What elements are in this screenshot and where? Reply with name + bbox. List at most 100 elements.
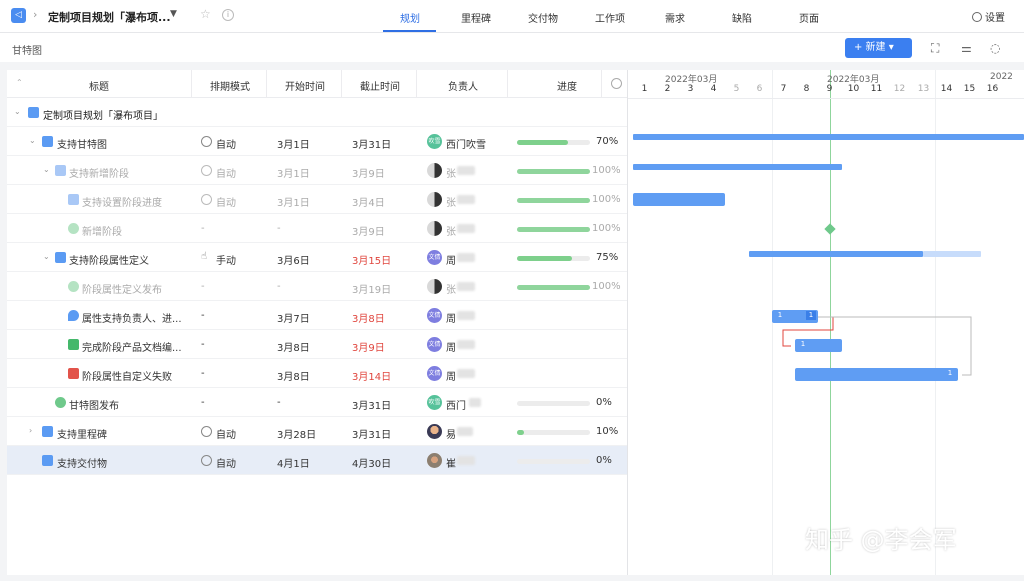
column-divider[interactable]: [191, 70, 192, 98]
row-owner[interactable]: 张: [446, 165, 456, 180]
row-title[interactable]: 阶段属性自定义失败: [82, 368, 172, 383]
row-title[interactable]: 支持阶段属性定义: [69, 252, 149, 267]
row-end[interactable]: 3月14日: [352, 368, 391, 383]
row-owner[interactable]: 张: [446, 223, 456, 238]
row-title[interactable]: 支持设置阶段进度: [82, 194, 162, 209]
project-switch-chevron-down-icon[interactable]: ▼: [170, 9, 177, 19]
row-end[interactable]: 3月9日: [352, 223, 385, 238]
row-owner[interactable]: 西门: [446, 397, 466, 412]
chevron-right-icon[interactable]: ›: [29, 426, 32, 435]
row-owner[interactable]: 张: [446, 281, 456, 296]
tab-deliverables[interactable]: 交付物: [528, 10, 558, 25]
row-start[interactable]: 3月8日: [277, 339, 310, 354]
tab-planning[interactable]: 规划: [400, 10, 420, 25]
project-title[interactable]: 定制项目规划「瀑布项...: [48, 9, 171, 25]
app-logo-icon[interactable]: ◁: [11, 8, 26, 23]
row-title[interactable]: 属性支持负责人、进...: [82, 310, 182, 325]
row-mode[interactable]: 手动: [216, 252, 236, 267]
table-row[interactable]: 阶段属性定义发布 - - 3月19日 张 100%: [7, 272, 627, 301]
row-end[interactable]: 3月9日: [352, 165, 385, 180]
table-row[interactable]: 完成阶段产品文档编... - 3月8日 3月9日 文倩 周: [7, 330, 627, 359]
tab-defects[interactable]: 缺陷: [732, 10, 752, 25]
table-row[interactable]: ⌄ 支持甘特图 自动 3月1日 3月31日 吹雪 西门吹雪 70%: [7, 127, 627, 156]
collapse-all-icon[interactable]: ⌃: [16, 78, 23, 87]
row-end[interactable]: 3月15日: [352, 252, 391, 267]
row-start[interactable]: 3月8日: [277, 368, 310, 383]
row-title[interactable]: 完成阶段产品文档编...: [82, 339, 182, 354]
row-title[interactable]: 支持交付物: [57, 455, 107, 470]
new-button[interactable]: + 新建 ▾: [845, 38, 912, 58]
row-owner[interactable]: 崔: [446, 455, 456, 470]
chevron-down-icon[interactable]: ⌄: [43, 165, 50, 174]
row-end[interactable]: 3月9日: [352, 339, 385, 354]
table-row[interactable]: 支持设置阶段进度 自动 3月1日 3月4日 张 100%: [7, 185, 627, 214]
column-settings-icon[interactable]: [611, 78, 622, 89]
chevron-down-icon[interactable]: ⌄: [29, 136, 36, 145]
row-end[interactable]: 3月31日: [352, 136, 391, 151]
lightbulb-icon[interactable]: ◌: [990, 41, 1000, 55]
table-row[interactable]: ⌄ 支持阶段属性定义 ☝ 手动 3月6日 3月15日 文倩 周 75%: [7, 243, 627, 272]
row-mode[interactable]: -: [201, 368, 205, 379]
table-row[interactable]: ⌄ 定制项目规划「瀑布项目」: [7, 98, 627, 127]
column-header-owner[interactable]: 负责人: [448, 78, 478, 93]
row-mode[interactable]: -: [201, 397, 205, 408]
table-row[interactable]: ⌄ 支持新增阶段 自动 3月1日 3月9日 张 100%: [7, 156, 627, 185]
column-header-schedule-mode[interactable]: 排期模式: [210, 78, 250, 93]
column-divider[interactable]: [416, 70, 417, 98]
row-mode[interactable]: 自动: [216, 165, 236, 180]
row-owner[interactable]: 张: [446, 194, 456, 209]
row-owner[interactable]: 周: [446, 252, 456, 267]
row-owner[interactable]: 西门吹雪: [446, 136, 486, 151]
table-row[interactable]: 阶段属性自定义失败 - 3月8日 3月14日 文倩 周: [7, 359, 627, 388]
table-row[interactable]: 甘特图发布 - - 3月31日 吹雪 西门 0%: [7, 388, 627, 417]
column-header-progress[interactable]: 进度: [557, 78, 577, 93]
row-end[interactable]: 4月30日: [352, 455, 391, 470]
row-start[interactable]: 3月28日: [277, 426, 316, 441]
row-title[interactable]: 支持里程碑: [57, 426, 107, 441]
column-header-start[interactable]: 开始时间: [285, 78, 325, 93]
row-start[interactable]: 3月1日: [277, 194, 310, 209]
star-icon[interactable]: ☆: [200, 7, 211, 21]
row-start[interactable]: 3月1日: [277, 136, 310, 151]
column-header-end[interactable]: 截止时间: [360, 78, 400, 93]
tab-requirements[interactable]: 需求: [665, 10, 685, 25]
tab-work-items[interactable]: 工作项: [595, 10, 625, 25]
row-title[interactable]: 甘特图发布: [69, 397, 119, 412]
row-start[interactable]: -: [277, 397, 281, 408]
row-mode[interactable]: -: [201, 310, 205, 321]
column-divider[interactable]: [507, 70, 508, 98]
row-start[interactable]: -: [277, 281, 281, 292]
row-title[interactable]: 阶段属性定义发布: [82, 281, 162, 296]
row-start[interactable]: 3月6日: [277, 252, 310, 267]
row-title[interactable]: 支持新增阶段: [69, 165, 129, 180]
row-end[interactable]: 3月31日: [352, 426, 391, 441]
row-mode[interactable]: 自动: [216, 426, 236, 441]
info-icon[interactable]: i: [222, 9, 234, 21]
column-divider[interactable]: [601, 70, 602, 98]
row-mode[interactable]: 自动: [216, 194, 236, 209]
row-mode[interactable]: 自动: [216, 455, 236, 470]
row-end[interactable]: 3月19日: [352, 281, 391, 296]
filter-sliders-icon[interactable]: ⚌: [961, 41, 972, 55]
row-title[interactable]: 新增阶段: [82, 223, 122, 238]
row-mode[interactable]: -: [201, 223, 205, 234]
table-row[interactable]: 属性支持负责人、进... - 3月7日 3月8日 文倩 周: [7, 301, 627, 330]
table-row[interactable]: 新增阶段 - - 3月9日 张 100%: [7, 214, 627, 243]
row-owner[interactable]: 周: [446, 310, 456, 325]
row-start[interactable]: 4月1日: [277, 455, 310, 470]
table-row[interactable]: › 支持里程碑 自动 3月28日 3月31日 易 10%: [7, 417, 627, 446]
tab-milestones[interactable]: 里程碑: [461, 10, 491, 25]
chevron-down-icon[interactable]: ⌄: [14, 107, 21, 116]
column-divider[interactable]: [341, 70, 342, 98]
chevron-down-icon[interactable]: ⌄: [43, 252, 50, 261]
row-title[interactable]: 定制项目规划「瀑布项目」: [43, 107, 163, 122]
row-owner[interactable]: 周: [446, 368, 456, 383]
row-mode[interactable]: -: [201, 281, 205, 292]
row-owner[interactable]: 易: [446, 426, 456, 441]
row-start[interactable]: 3月7日: [277, 310, 310, 325]
row-start[interactable]: -: [277, 223, 281, 234]
row-owner[interactable]: 周: [446, 339, 456, 354]
row-mode[interactable]: -: [201, 339, 205, 350]
column-divider[interactable]: [266, 70, 267, 98]
row-mode[interactable]: 自动: [216, 136, 236, 151]
